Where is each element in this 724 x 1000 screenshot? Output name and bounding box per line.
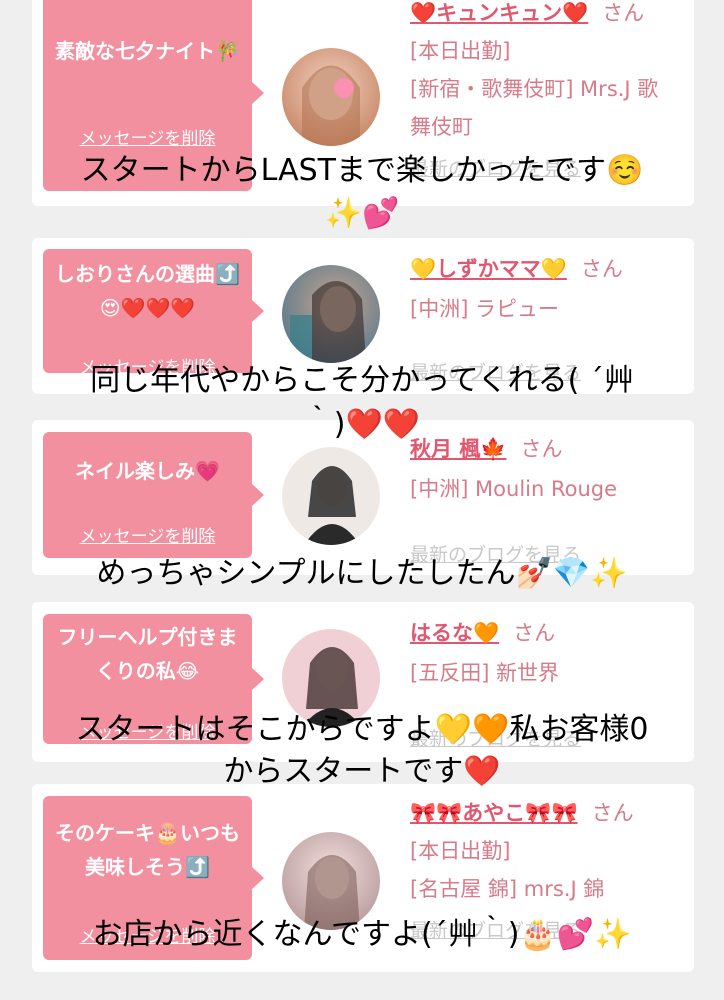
cast-name-line: 💛しずかママ💛 さん	[410, 250, 678, 288]
honorific: さん	[513, 621, 556, 645]
shop-name: [五反田] 新世界	[410, 661, 560, 685]
status-text: [本日出勤]	[410, 39, 511, 63]
message-text: ネイル楽しみ💗	[75, 459, 220, 483]
caption-overlay: 同じ年代やからこそ分かってくれる( ´艸	[90, 363, 634, 398]
caption-overlay: お店から近くなんですよ(´艸｀)🎂💕✨	[92, 917, 632, 952]
cast-name-link[interactable]: 💛しずかママ💛	[410, 257, 567, 281]
shop-name: [新宿・歌舞伎町] Mrs.J 歌舞伎町	[410, 77, 659, 139]
caption-overlay: ｀)❤️❤️	[303, 407, 421, 442]
delete-message-link[interactable]: メッセージを削除	[43, 124, 252, 149]
message-text: 素敵な七夕ナイト🎋	[55, 39, 240, 63]
honorific: さん	[591, 801, 634, 825]
caption-overlay: スタートからLASTまで楽しかったです☺️	[80, 153, 644, 188]
avatar[interactable]	[282, 48, 380, 146]
message-text: フリーヘルプ付きまくりの私😂	[57, 625, 238, 683]
shop-name: [名古屋 錦] mrs.J 錦	[410, 877, 605, 901]
caption-overlay: ✨💕	[324, 196, 400, 231]
honorific: さん	[580, 257, 623, 281]
caption-overlay: からスタートです❤️	[223, 754, 501, 789]
caption-overlay: めっちゃシンプルにしたしたん💅🏻💎✨	[96, 556, 628, 591]
cast-name-link[interactable]: ❤️キュンキュン❤️	[410, 1, 588, 25]
avatar[interactable]	[282, 265, 380, 363]
avatar[interactable]	[282, 447, 380, 545]
delete-message-link[interactable]: メッセージを削除	[43, 522, 252, 547]
cast-name-link[interactable]: はるな🧡	[410, 621, 499, 645]
caption-overlay: スタートはそこからですよ💛🧡私お客様0	[75, 712, 649, 747]
cast-name-link[interactable]: 🎀🎀あやこ🎀🎀	[410, 801, 578, 825]
cast-name-line: ❤️キュンキュン❤️ さん	[410, 0, 678, 32]
message-text: そのケーキ🎂いつも美味しそう⤴️	[55, 821, 240, 879]
message-bubble: しおりさんの選曲⤴️😍❤️❤️❤️ メッセージを削除	[43, 249, 264, 378]
honorific: さん	[602, 1, 645, 25]
shop-name: [中洲] ラピュー	[410, 297, 560, 321]
shop-name: [中洲] Moulin Rouge	[410, 477, 618, 501]
cast-name-line: 🎀🎀あやこ🎀🎀 さん	[410, 794, 678, 832]
cast-name-line: はるな🧡 さん	[410, 614, 678, 652]
message-bubble: ネイル楽しみ💗 メッセージを削除	[43, 432, 264, 558]
status-text: [本日出勤]	[410, 839, 511, 863]
message-text: しおりさんの選曲⤴️😍❤️❤️❤️	[55, 262, 240, 320]
